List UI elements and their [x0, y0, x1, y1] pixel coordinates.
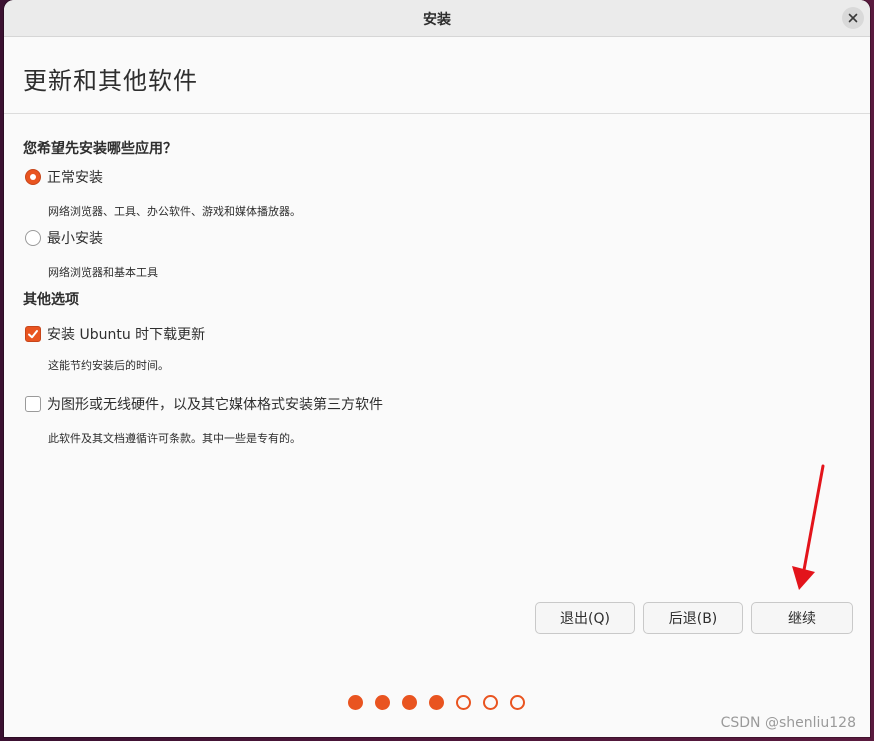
download-updates-label: 安装 Ubuntu 时下载更新 — [47, 327, 206, 343]
quit-button[interactable]: 退出(Q) — [535, 602, 635, 634]
page-title: 更新和其他软件 — [23, 67, 198, 95]
minimal-install-radio[interactable] — [25, 230, 41, 246]
other-options-heading: 其他选项 — [23, 292, 79, 308]
normal-install-radio[interactable] — [25, 169, 41, 185]
progress-step-4 — [429, 695, 444, 710]
progress-step-2 — [375, 695, 390, 710]
progress-step-6 — [483, 695, 498, 710]
normal-install-option[interactable]: 正常安装 — [25, 167, 103, 187]
minimal-install-label: 最小安装 — [47, 231, 103, 247]
progress-step-7 — [510, 695, 525, 710]
installer-window: 安装 更新和其他软件 您希望先安装哪些应用？ 正常安装 网络浏览器、工具、办公软… — [4, 0, 870, 737]
apps-section-heading: 您希望先安装哪些应用？ — [23, 141, 177, 157]
download-updates-checkbox[interactable] — [25, 326, 41, 342]
checkmark-icon — [28, 330, 38, 339]
annotation-arrow — [792, 464, 825, 590]
page-header: 更新和其他软件 — [4, 37, 870, 114]
continue-button[interactable]: 继续 — [751, 602, 853, 634]
progress-step-3 — [402, 695, 417, 710]
third-party-software-label: 为图形或无线硬件，以及其它媒体格式安装第三方软件 — [47, 397, 383, 413]
watermark: CSDN @shenliu128 — [720, 715, 856, 731]
download-updates-option[interactable]: 安装 Ubuntu 时下载更新 — [25, 324, 205, 344]
third-party-software-checkbox[interactable] — [25, 396, 41, 412]
third-party-software-description: 此软件及其文档遵循许可条款。其中一些是专有的。 — [48, 432, 301, 445]
normal-install-label: 正常安装 — [47, 170, 103, 186]
desktop: 安装 更新和其他软件 您希望先安装哪些应用？ 正常安装 网络浏览器、工具、办公软… — [0, 0, 874, 741]
progress-step-5 — [456, 695, 471, 710]
minimal-install-option[interactable]: 最小安装 — [25, 228, 103, 248]
minimal-install-description: 网络浏览器和基本工具 — [48, 266, 158, 279]
normal-install-description: 网络浏览器、工具、办公软件、游戏和媒体播放器。 — [48, 205, 301, 218]
close-icon — [848, 13, 858, 23]
title-bar: 安装 — [4, 0, 870, 37]
download-updates-description: 这能节约安装后的时间。 — [48, 359, 169, 372]
close-button[interactable] — [842, 7, 864, 29]
progress-step-1 — [348, 695, 363, 710]
window-title: 安装 — [423, 12, 451, 28]
progress-dots — [348, 695, 537, 710]
third-party-software-option[interactable]: 为图形或无线硬件，以及其它媒体格式安装第三方软件 — [25, 394, 383, 414]
back-button[interactable]: 后退(B) — [643, 602, 743, 634]
